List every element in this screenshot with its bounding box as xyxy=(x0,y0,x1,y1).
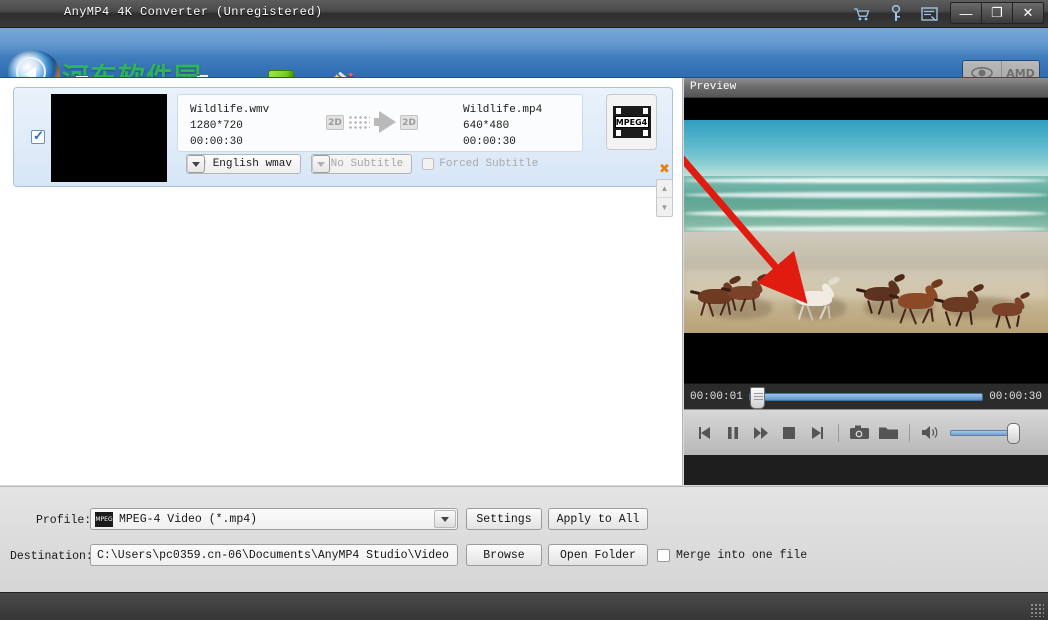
title-bar: AnyMP4 4K Converter (Unregistered) — ❐ ✕ xyxy=(0,0,1048,28)
resize-grip-icon[interactable] xyxy=(1030,603,1044,617)
cart-icon[interactable] xyxy=(852,4,872,24)
amd-label: AMD xyxy=(1002,61,1039,78)
video-frame-image xyxy=(684,120,1048,333)
file-list-panel[interactable]: Wildlife.wmv 1280*720 00:00:30 2D 2D Wil… xyxy=(0,78,683,485)
track-controls: 🔊 English wmav T No Subtitle Forced Subt… xyxy=(186,154,538,174)
open-snapshot-folder-button[interactable] xyxy=(875,420,901,446)
list-scroll-spinner[interactable]: ▲ ▼ xyxy=(656,179,673,217)
timeline-slider[interactable] xyxy=(749,393,983,401)
merge-checkbox-box[interactable] xyxy=(657,549,670,562)
toolbar-add-file[interactable]: + Add File xyxy=(70,70,178,78)
key-icon[interactable] xyxy=(886,4,906,24)
profile-label: Profile: xyxy=(36,514,91,527)
previous-button[interactable] xyxy=(692,420,718,446)
transport-controls xyxy=(684,409,1048,455)
current-time-label: 00:00:01 xyxy=(690,391,743,403)
destination-input[interactable]: C:\Users\pc0359.cn-06\Documents\AnyMP4 S… xyxy=(90,544,458,566)
status-bar xyxy=(0,592,1048,620)
audio-track-select[interactable]: 🔊 English wmav xyxy=(186,154,301,174)
snapshot-button[interactable] xyxy=(847,420,873,446)
maximize-button[interactable]: ❐ xyxy=(981,2,1013,24)
output-format-button[interactable]: MPEG4 xyxy=(606,94,657,150)
profile-dropdown-icon[interactable] xyxy=(434,510,456,528)
arrow-right-icon xyxy=(374,111,396,133)
subtitle-value: No Subtitle xyxy=(325,158,412,170)
scroll-up-icon[interactable]: ▲ xyxy=(657,180,672,198)
total-time-label: 00:00:30 xyxy=(989,391,1042,403)
target-dimension-tag: 2D xyxy=(400,115,418,130)
nvidia-eye-icon xyxy=(963,61,1001,78)
volume-slider-handle[interactable] xyxy=(1007,423,1020,444)
minimize-button[interactable]: — xyxy=(950,2,982,24)
3d-cube-icon: 3D xyxy=(268,70,296,78)
audio-track-dropdown-icon[interactable] xyxy=(187,155,205,173)
destination-label: Destination: xyxy=(10,550,93,563)
browse-button[interactable]: Browse xyxy=(466,544,542,566)
application-window: AnyMP4 4K Converter (Unregistered) — ❐ ✕… xyxy=(0,0,1048,620)
settings-button[interactable]: Settings xyxy=(466,508,542,530)
next-button[interactable] xyxy=(804,420,830,446)
preview-panel: Preview xyxy=(684,78,1048,485)
cuda-badge[interactable]: CUDA xyxy=(963,61,1001,78)
open-folder-button[interactable]: Open Folder xyxy=(548,544,648,566)
volume-icon[interactable] xyxy=(918,420,944,446)
file-select-checkbox[interactable] xyxy=(31,130,45,144)
scroll-down-icon[interactable]: ▼ xyxy=(657,198,672,216)
fast-forward-button[interactable] xyxy=(748,420,774,446)
profile-value: MPEG-4 Video (*.mp4) xyxy=(119,513,257,526)
register-icon[interactable] xyxy=(920,4,940,24)
stop-button[interactable] xyxy=(776,420,802,446)
apply-to-all-button[interactable]: Apply to All xyxy=(548,508,648,530)
video-preview-surface[interactable] xyxy=(684,98,1048,383)
profile-select[interactable]: MPEG MPEG-4 Video (*.mp4) xyxy=(90,508,458,530)
pause-button[interactable] xyxy=(720,420,746,446)
bottom-settings-panel: Profile: MPEG MPEG-4 Video (*.mp4) Setti… xyxy=(0,486,1048,592)
close-button[interactable]: ✕ xyxy=(1012,2,1044,24)
file-info-box: Wildlife.wmv 1280*720 00:00:30 2D 2D Wil… xyxy=(177,94,583,152)
target-duration: 00:00:30 xyxy=(463,134,542,150)
audio-track-value: English wmav xyxy=(207,158,300,170)
gpu-acceleration-badge[interactable]: CUDA AMD APP xyxy=(962,60,1040,78)
forced-subtitle-checkbox[interactable]: Forced Subtitle xyxy=(422,158,538,170)
preview-title: Preview xyxy=(684,78,1048,98)
mpeg4-badge-label: MPEG4 xyxy=(615,116,649,128)
source-filename: Wildlife.wmv xyxy=(190,102,269,118)
divider xyxy=(909,424,910,442)
target-resolution: 640*480 xyxy=(463,118,542,134)
subtitle-dropdown-icon[interactable] xyxy=(312,155,330,173)
app-logo-icon xyxy=(6,50,60,78)
titlebar-icon-group xyxy=(852,4,940,24)
toolbar-edit[interactable]: ✦ ✦ ✦ ✦ Edit xyxy=(333,70,394,78)
amd-badge[interactable]: AMD APP xyxy=(1001,61,1039,78)
remove-file-icon[interactable]: ✖ xyxy=(659,162,671,177)
source-dimension-tag: 2D xyxy=(326,115,344,130)
conversion-arrow-group: 2D 2D xyxy=(326,111,418,133)
window-controls: — ❐ ✕ xyxy=(951,2,1044,24)
toolbar-clip[interactable]: ✂ Clip xyxy=(185,70,244,78)
toolbar-3d[interactable]: 3D 3D xyxy=(268,70,316,78)
destination-value: C:\Users\pc0359.cn-06\Documents\AnyMP4 S… xyxy=(97,549,449,562)
divider xyxy=(838,424,839,442)
merge-label: Merge into one file xyxy=(676,549,807,562)
playback-timeline[interactable]: 00:00:01 00:00:30 xyxy=(684,383,1048,409)
forced-subtitle-box[interactable] xyxy=(422,158,434,170)
volume-slider[interactable] xyxy=(950,430,1016,436)
main-toolbar: 河东软件园 www.pc0359.cn + Add File ✂ Clip 3D xyxy=(0,28,1048,78)
source-duration: 00:00:30 xyxy=(190,134,269,150)
window-title: AnyMP4 4K Converter (Unregistered) xyxy=(64,5,322,19)
source-file-info: Wildlife.wmv 1280*720 00:00:30 xyxy=(190,102,269,150)
timeline-slider-handle[interactable] xyxy=(750,387,765,409)
source-resolution: 1280*720 xyxy=(190,118,269,134)
dots-decoration-icon xyxy=(348,115,370,129)
forced-subtitle-label: Forced Subtitle xyxy=(439,158,538,170)
mpeg4-film-icon: MPEG4 xyxy=(613,106,651,138)
target-filename: Wildlife.mp4 xyxy=(463,102,542,118)
target-file-info: Wildlife.mp4 640*480 00:00:30 xyxy=(463,102,542,150)
merge-into-one-file-checkbox[interactable]: Merge into one file xyxy=(657,549,807,562)
subtitle-select[interactable]: T No Subtitle xyxy=(311,154,412,174)
file-thumbnail[interactable] xyxy=(51,94,167,182)
profile-format-icon: MPEG xyxy=(95,512,113,527)
table-row[interactable]: Wildlife.wmv 1280*720 00:00:30 2D 2D Wil… xyxy=(13,87,673,187)
